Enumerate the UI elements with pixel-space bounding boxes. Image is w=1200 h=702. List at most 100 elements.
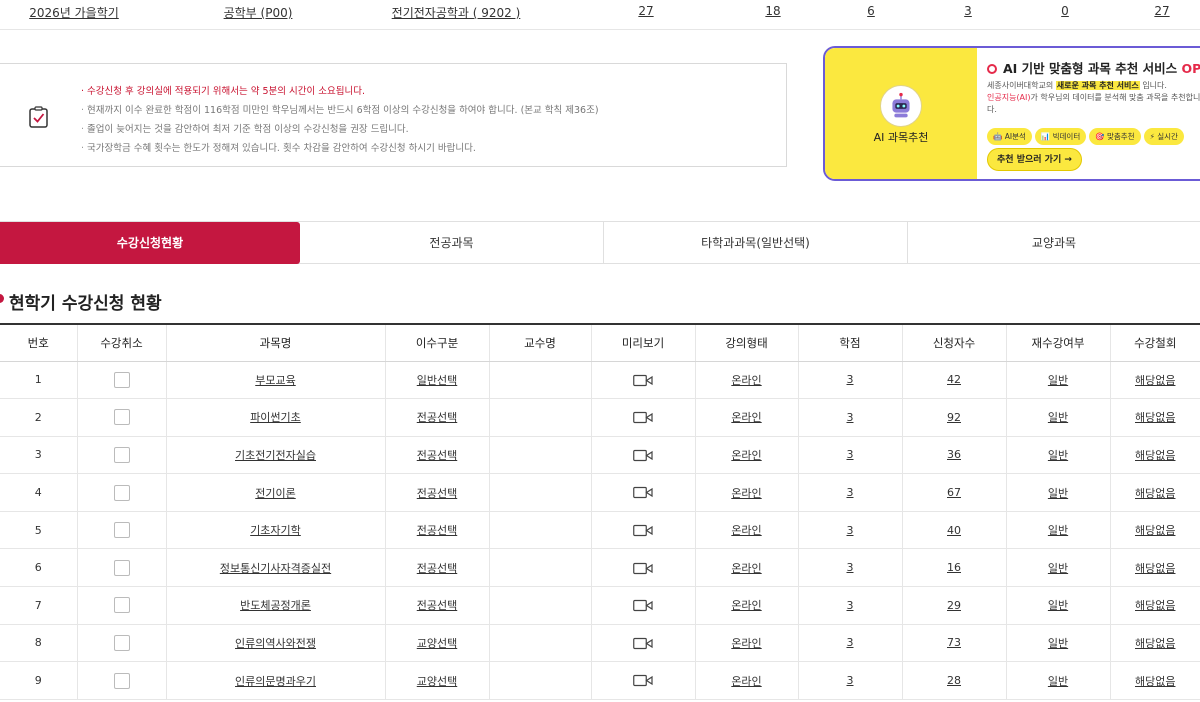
withdraw-status-link[interactable]: 해당없음 [1109,548,1200,588]
credit-link[interactable]: 3 [797,361,902,400]
tab-registration-status[interactable]: 수강신청현황 [0,222,300,264]
cancel-checkbox[interactable] [113,634,130,651]
video-camera-icon[interactable] [633,599,653,612]
video-camera-icon[interactable] [633,524,653,537]
get-recommendation-button[interactable]: 추천 받으러 가기 → [987,148,1082,171]
category-link[interactable]: 전공선택 [384,473,489,512]
summary-count-6[interactable]: 27 [1154,4,1169,18]
retake-status-link[interactable]: 일반 [1005,436,1110,475]
tab-major-courses[interactable]: 전공과목 [300,222,604,264]
withdraw-status-link[interactable]: 해당없음 [1109,361,1200,400]
college-link[interactable]: 공학부 (P00) [224,4,293,21]
lecture-format-link[interactable]: 온라인 [694,361,798,400]
credit-link[interactable]: 3 [797,398,902,437]
course-name-link[interactable]: 부모교육 [165,361,385,400]
cancel-checkbox[interactable] [113,672,130,689]
withdraw-status-link[interactable]: 해당없음 [1109,586,1200,625]
cancel-checkbox[interactable] [113,446,130,463]
course-name-link[interactable]: 전기이론 [165,473,385,512]
summary-count-3[interactable]: 6 [867,4,875,18]
course-name-link[interactable]: 파이썬기초 [165,398,385,437]
category-link[interactable]: 교양선택 [384,624,489,663]
applicants-link[interactable]: 36 [901,436,1006,475]
retake-status-link[interactable]: 일반 [1005,398,1110,437]
retake-status-link[interactable]: 일반 [1005,586,1110,625]
summary-count-1[interactable]: 27 [638,4,653,18]
credit-link[interactable]: 3 [797,586,902,625]
lecture-format-link[interactable]: 온라인 [694,511,798,550]
applicants-link[interactable]: 29 [901,586,1006,625]
lecture-format-link[interactable]: 온라인 [694,661,798,700]
cancel-checkbox[interactable] [113,409,130,426]
applicants-link[interactable]: 67 [901,473,1006,512]
video-camera-icon[interactable] [633,562,653,575]
ai-banner-left[interactable]: AI 과목추천 [825,48,977,179]
cancel-checkbox[interactable] [113,597,130,614]
course-name-link[interactable]: 기초자기학 [165,511,385,550]
lecture-format-link[interactable]: 온라인 [694,624,798,663]
cancel-checkbox[interactable] [113,522,130,539]
semester-link[interactable]: 2026년 가을학기 [29,4,119,21]
course-name-link[interactable]: 정보통신기사자격증실전 [165,548,385,588]
preview-cell [590,511,695,550]
lecture-format-link[interactable]: 온라인 [694,398,798,437]
category-link[interactable]: 전공선택 [384,548,489,588]
applicants-link[interactable]: 16 [901,548,1006,588]
credit-link[interactable]: 3 [797,548,902,588]
credit-link[interactable]: 3 [797,624,902,663]
applicants-link[interactable]: 92 [901,398,1006,437]
category-link[interactable]: 전공선택 [384,436,489,475]
category-link[interactable]: 일반선택 [384,361,489,400]
cancel-checkbox[interactable] [113,559,130,576]
video-camera-icon[interactable] [633,674,653,687]
course-name-link[interactable]: 인류의문명과우기 [165,661,385,700]
lecture-format-link[interactable]: 온라인 [694,436,798,475]
withdraw-status-link[interactable]: 해당없음 [1109,624,1200,663]
video-camera-icon[interactable] [633,486,653,499]
lecture-format-link[interactable]: 온라인 [694,473,798,512]
summary-count-4[interactable]: 3 [964,4,972,18]
cancel-checkbox[interactable] [113,484,130,501]
ai-recommend-banner[interactable]: AI 과목추천 AI 기반 맞춤형 과목 추천 서비스 OPEN 세종사이버대학… [823,46,1200,181]
department-link[interactable]: 전기전자공학과 ( 9202 ) [392,4,521,21]
lecture-format-link[interactable]: 온라인 [694,586,798,625]
retake-status-link[interactable]: 일반 [1005,661,1110,700]
video-camera-icon[interactable] [633,449,653,462]
withdraw-status-link[interactable]: 해당없음 [1109,398,1200,437]
retake-status-link[interactable]: 일반 [1005,548,1110,588]
course-name-link[interactable]: 반도체공정개론 [165,586,385,625]
retake-status-link[interactable]: 일반 [1005,511,1110,550]
applicants-link[interactable]: 42 [901,361,1006,400]
credit-link[interactable]: 3 [797,511,902,550]
category-link[interactable]: 전공선택 [384,586,489,625]
video-camera-icon[interactable] [633,637,653,650]
summary-count-2[interactable]: 18 [765,4,780,18]
applicants-link[interactable]: 73 [901,624,1006,663]
withdraw-status-link[interactable]: 해당없음 [1109,436,1200,475]
course-name-link[interactable]: 기초전기전자실습 [165,436,385,475]
tab-liberal-arts[interactable]: 교양과목 [908,222,1200,264]
tab-other-dept-courses[interactable]: 타학과과목(일반선택) [604,222,908,264]
category-link[interactable]: 전공선택 [384,511,489,550]
summary-count-5[interactable]: 0 [1061,4,1069,18]
credit-link[interactable]: 3 [797,661,902,700]
cancel-checkbox[interactable] [113,371,130,388]
withdraw-status-link[interactable]: 해당없음 [1109,473,1200,512]
retake-status-link[interactable]: 일반 [1005,361,1110,400]
applicants-link[interactable]: 28 [901,661,1006,700]
category-link[interactable]: 교양선택 [384,661,489,700]
course-name-link[interactable]: 인류의역사와전쟁 [165,624,385,663]
withdraw-status-link[interactable]: 해당없음 [1109,511,1200,550]
retake-status-link[interactable]: 일반 [1005,473,1110,512]
video-camera-icon[interactable] [633,374,653,387]
retake-status-link[interactable]: 일반 [1005,624,1110,663]
credit-link[interactable]: 3 [797,436,902,475]
table-row: 4 전기이론 전공선택 온라인 3 67 일반 해당없음 [0,473,1200,512]
ai-desc-prefix: 세종사이버대학교의 [987,81,1054,90]
credit-link[interactable]: 3 [797,473,902,512]
lecture-format-link[interactable]: 온라인 [694,548,798,588]
withdraw-status-link[interactable]: 해당없음 [1109,661,1200,700]
category-link[interactable]: 전공선택 [384,398,489,437]
applicants-link[interactable]: 40 [901,511,1006,550]
video-camera-icon[interactable] [633,411,653,424]
